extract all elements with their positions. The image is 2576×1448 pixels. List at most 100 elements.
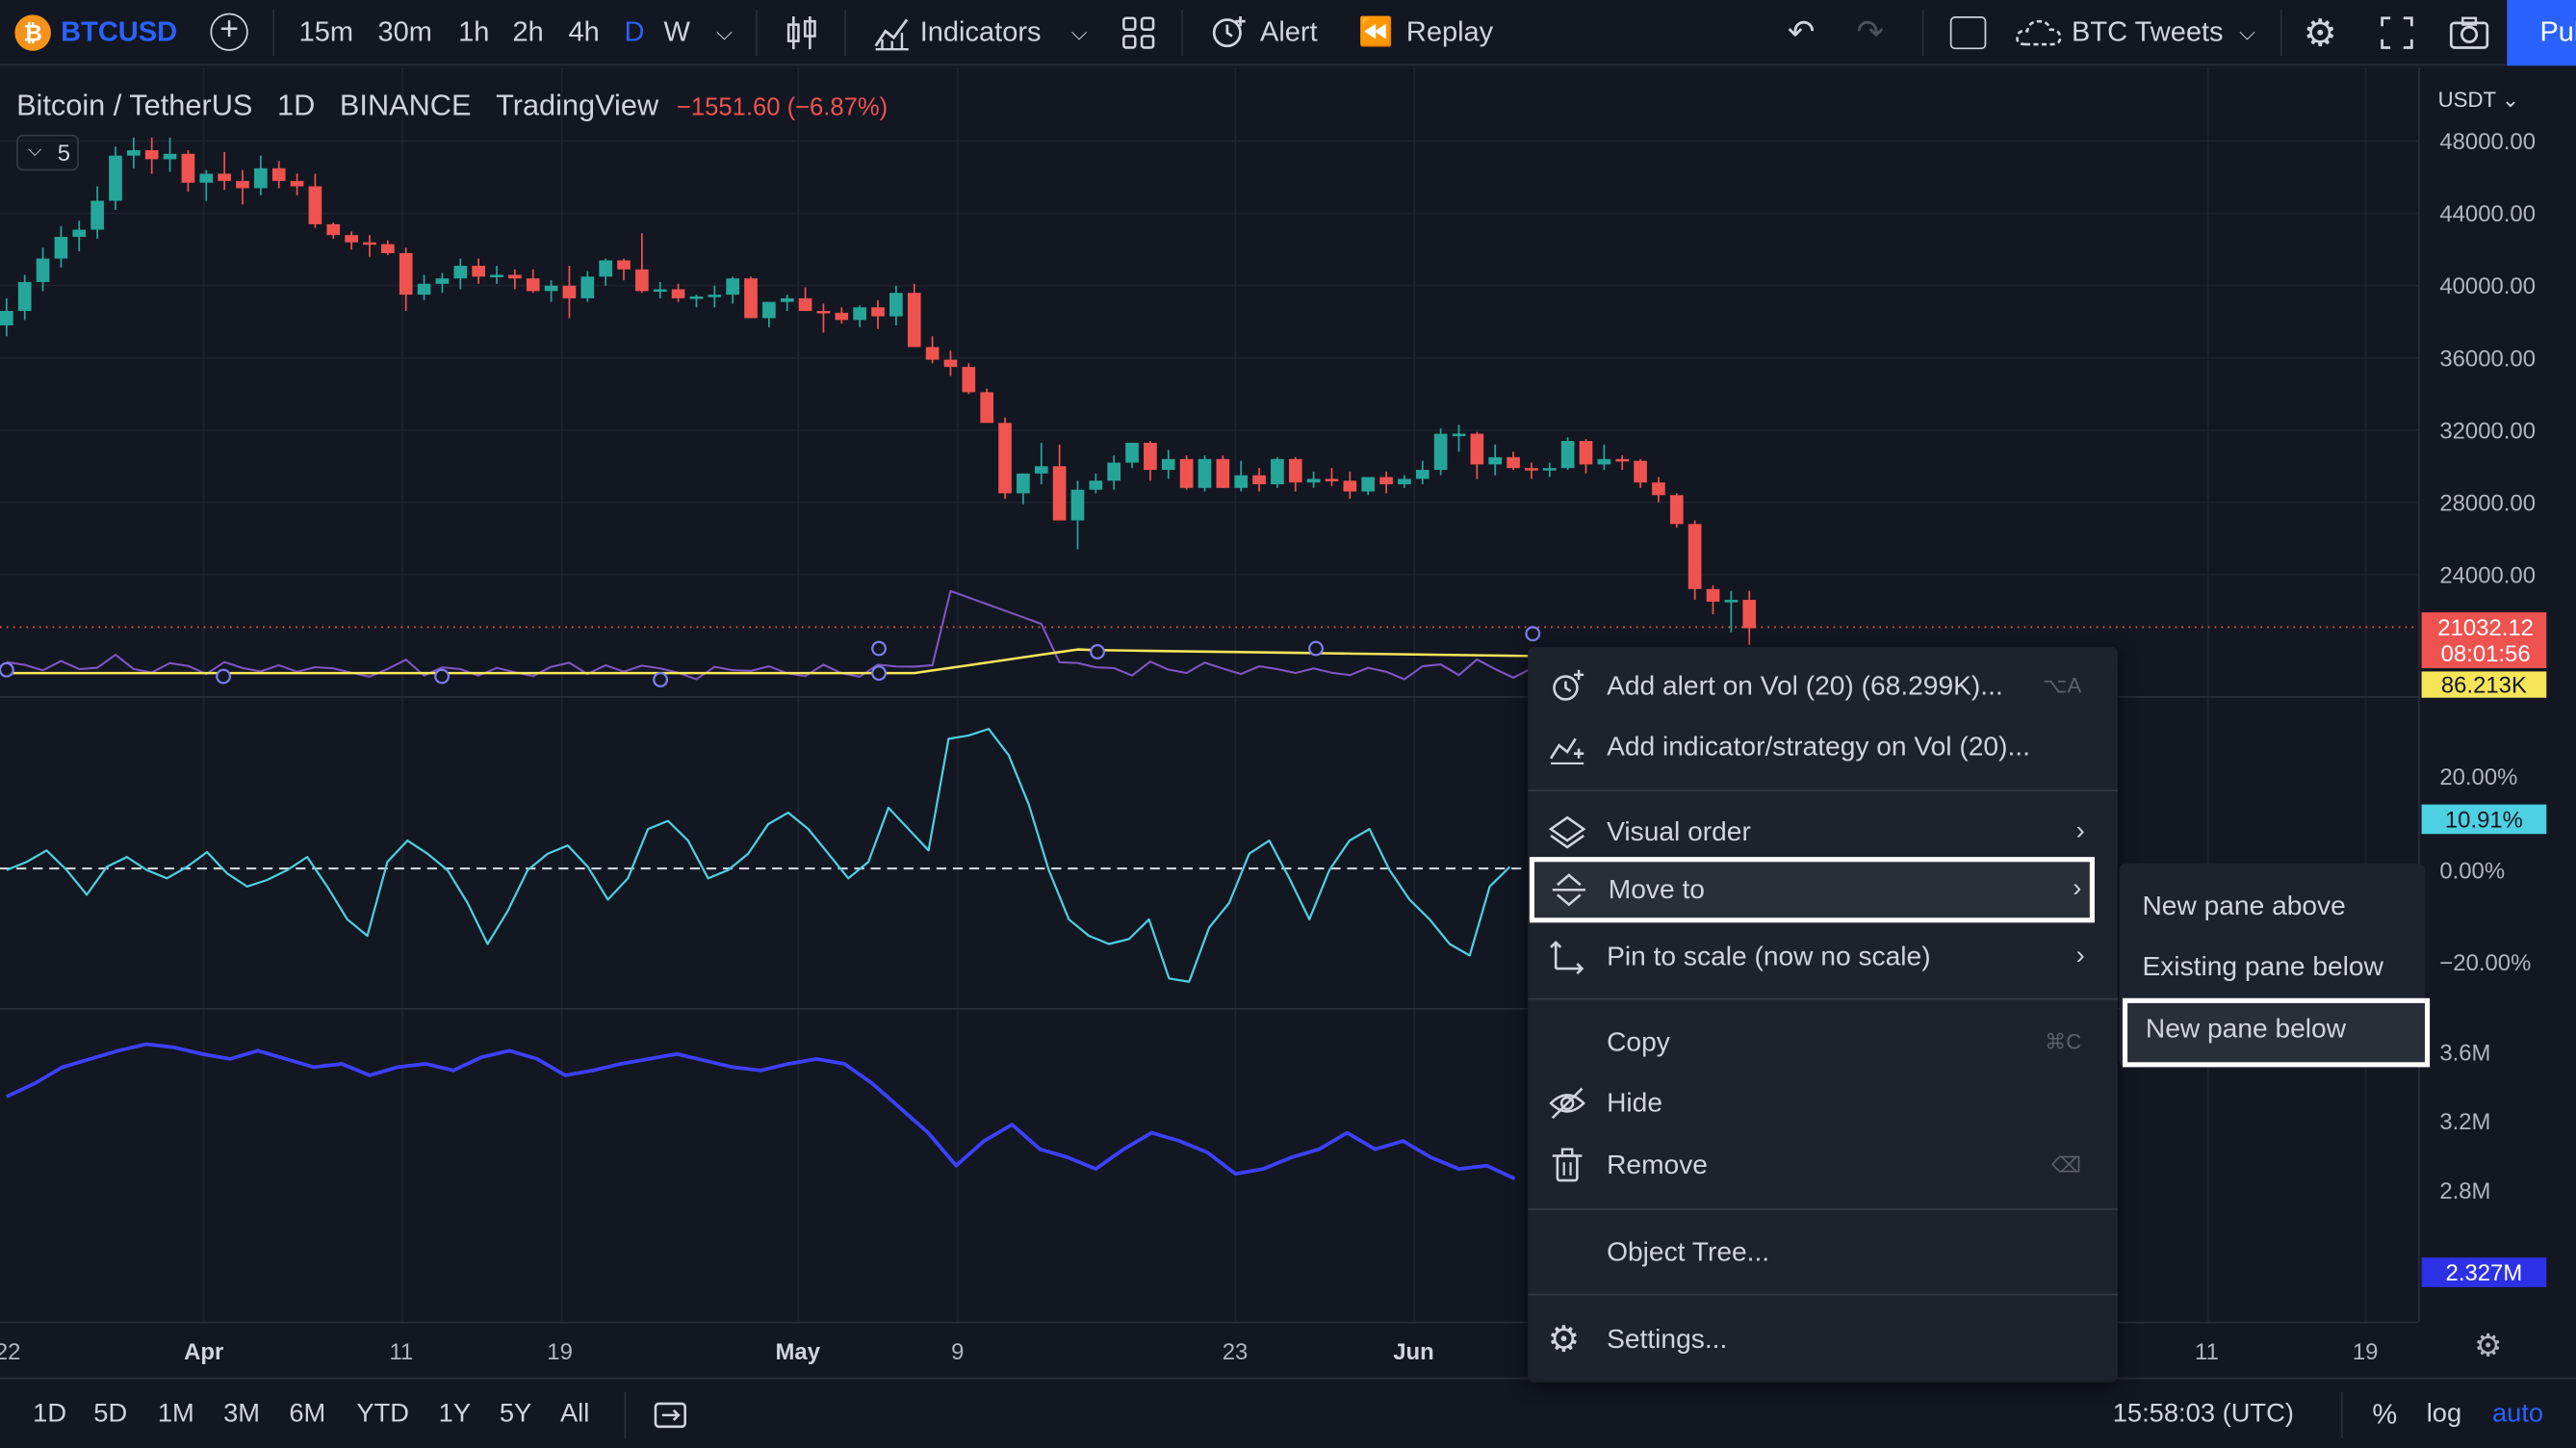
interval-1h[interactable]: 1h — [458, 0, 489, 65]
submenu-new-pane-below[interactable]: New pane below — [2122, 997, 2431, 1068]
cloud-layout-icon[interactable] — [2014, 16, 2063, 49]
date-range-icon[interactable] — [653, 1399, 689, 1432]
redo-icon[interactable]: ↷ — [1856, 0, 1884, 65]
candle-body — [653, 289, 667, 293]
candle-body — [689, 296, 704, 299]
obv-label: 3.2M — [2439, 1108, 2491, 1135]
range-6m[interactable]: 6M — [289, 1379, 325, 1448]
price-scale[interactable]: USDT ⌄ 48000.00 44000.00 40000.00 36000.… — [2418, 66, 2576, 1322]
symbol-search-button[interactable]: BTCUSD — [61, 0, 177, 65]
menu-item-copy[interactable]: Copy ⌘C — [1528, 1013, 2118, 1072]
move-to-submenu: New pane above Existing pane below New p… — [2119, 863, 2431, 1068]
menu-label: Copy — [1607, 1027, 1670, 1058]
percent-scale-toggle[interactable]: % — [2372, 1379, 2397, 1448]
settings-gear-icon[interactable]: ⚙ — [2304, 0, 2337, 65]
menu-item-remove[interactable]: Remove ⌫ — [1528, 1136, 2118, 1195]
layout-grid-icon[interactable] — [1121, 14, 1157, 51]
price-label: 44000.00 — [2439, 200, 2537, 227]
publish-button[interactable]: Pul — [2507, 0, 2576, 66]
layers-icon — [1548, 815, 1586, 849]
interval-d-active[interactable]: D — [625, 0, 645, 65]
indicators-dropdown-chevron-icon[interactable]: ⌵ — [1071, 0, 1088, 65]
submenu-existing-pane-below[interactable]: Existing pane below — [2120, 938, 2425, 996]
range-1m[interactable]: 1M — [158, 1379, 194, 1448]
candle-body — [1652, 482, 1665, 496]
interval-15m[interactable]: 15m — [299, 0, 353, 65]
candle-body — [1415, 470, 1430, 479]
interval-dropdown-chevron-icon[interactable]: ⌵ — [716, 0, 733, 65]
volume-marker — [216, 668, 232, 685]
menu-item-move-to[interactable]: Move to › — [1529, 857, 2095, 923]
camera-snapshot-icon[interactable] — [2448, 13, 2490, 53]
candle-body — [1507, 456, 1520, 469]
log-scale-toggle[interactable]: log — [2427, 1379, 2461, 1448]
fullscreen-rect-icon[interactable] — [1949, 16, 1987, 50]
menu-item-settings[interactable]: ⚙ Settings... — [1528, 1310, 2118, 1369]
range-1y[interactable]: 1Y — [439, 1379, 471, 1448]
candle-body — [816, 310, 831, 314]
candle-body — [1488, 456, 1503, 465]
indicators-button[interactable]: Indicators — [920, 0, 1042, 65]
alert-clock-icon[interactable] — [1207, 12, 1249, 54]
alert-plus-icon — [1553, 669, 1584, 701]
bar-countdown: 08:01:56 — [2440, 640, 2531, 667]
settings-gear-icon: ⚙ — [1547, 1318, 1581, 1359]
layout-name-button[interactable]: BTC Tweets — [2072, 0, 2223, 65]
interval-2h[interactable]: 2h — [512, 0, 543, 65]
chevron-down-icon: ⌵ — [28, 141, 42, 162]
obv-label: 2.8M — [2439, 1176, 2491, 1203]
scale-settings-gear-icon[interactable]: ⚙ — [2474, 1329, 2502, 1366]
time-label: Jun — [1393, 1337, 1434, 1365]
menu-item-hide[interactable]: Hide — [1528, 1073, 2118, 1132]
candle-body — [599, 260, 612, 277]
candles-chart-type-icon[interactable] — [786, 13, 818, 53]
move-arrows-icon — [1552, 873, 1585, 907]
legend-change: −1551.60 (−6.87%) — [676, 93, 889, 122]
replay-rewind-icon[interactable]: ⏪ — [1358, 0, 1393, 65]
range-3m[interactable]: 3M — [223, 1379, 260, 1448]
candle-body — [109, 155, 122, 201]
interval-30m[interactable]: 30m — [378, 0, 432, 65]
interval-4h[interactable]: 4h — [568, 0, 599, 65]
candle-body — [1470, 433, 1484, 465]
range-5y[interactable]: 5Y — [500, 1379, 531, 1448]
menu-item-add-indicator[interactable]: Add indicator/strategy on Vol (20)... — [1528, 717, 2118, 776]
candle-body — [1089, 480, 1103, 490]
candle-body — [363, 242, 376, 246]
range-ytd[interactable]: YTD — [356, 1379, 409, 1448]
fullscreen-icon[interactable] — [2381, 16, 2413, 49]
candle-body — [181, 153, 195, 183]
menu-item-pin-to-scale[interactable]: Pin to scale (now no scale) › — [1528, 927, 2118, 986]
layout-dropdown-chevron-icon[interactable]: ⌵ — [2239, 0, 2255, 65]
alert-button[interactable]: Alert — [1260, 0, 1318, 65]
range-5d[interactable]: 5D — [93, 1379, 127, 1448]
toolbar-divider — [272, 10, 275, 56]
undo-icon[interactable]: ↶ — [1788, 0, 1816, 65]
menu-item-add-alert[interactable]: Add alert on Vol (20) (68.299K)... ⌥A — [1528, 657, 2118, 715]
legend-collapse-toggle[interactable]: ⌵ 5 — [16, 134, 79, 171]
candle-body — [144, 150, 159, 160]
auto-scale-toggle[interactable]: auto — [2492, 1379, 2543, 1448]
legend-pair[interactable]: Bitcoin / TetherUS — [16, 89, 252, 121]
currency-dropdown[interactable]: USDT ⌄ — [2438, 87, 2520, 113]
menu-item-object-tree[interactable]: Object Tree... — [1528, 1223, 2118, 1281]
menu-item-visual-order[interactable]: Visual order › — [1528, 803, 2118, 862]
range-all[interactable]: All — [560, 1379, 589, 1448]
candle-body — [1070, 489, 1085, 521]
volume-indicator-layer — [0, 589, 1541, 687]
candle-body — [943, 359, 958, 368]
interval-w[interactable]: W — [663, 0, 689, 65]
volume-marker — [0, 661, 14, 678]
compare-symbol-plus-icon[interactable]: + — [210, 13, 248, 51]
replay-button[interactable]: Replay — [1406, 0, 1493, 65]
utc-clock[interactable]: 15:58:03 (UTC) — [2113, 1379, 2294, 1448]
candle-body — [980, 392, 993, 424]
candle-body — [1634, 460, 1647, 483]
menu-label: Visual order — [1607, 817, 1751, 847]
volume-ma-tag: 86.213K — [2421, 671, 2547, 698]
submenu-new-pane-above[interactable]: New pane above — [2120, 877, 2425, 936]
indicators-icon[interactable] — [872, 13, 912, 53]
candle-body — [236, 180, 249, 189]
range-1d[interactable]: 1D — [33, 1379, 66, 1448]
last-price-value: 21032.12 — [2437, 613, 2534, 641]
